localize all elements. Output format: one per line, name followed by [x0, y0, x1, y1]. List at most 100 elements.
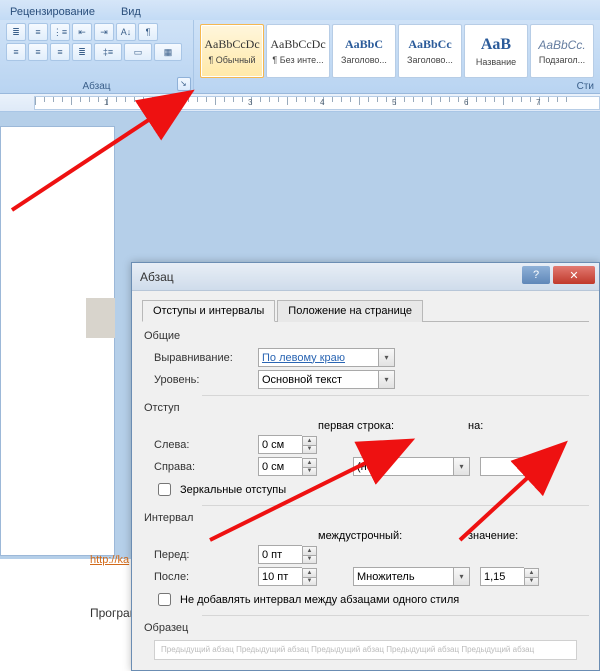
tab-indents[interactable]: Отступы и интервалы: [142, 300, 275, 322]
left-input[interactable]: [258, 435, 302, 454]
borders-icon[interactable]: ▦: [154, 43, 182, 61]
noadd-checkbox[interactable]: [158, 593, 171, 606]
tab-view[interactable]: Вид: [115, 4, 147, 20]
spin-up-icon[interactable]: ▲: [524, 568, 539, 577]
close-button[interactable]: ✕: [553, 266, 595, 284]
multilevel-icon[interactable]: ⋮≡: [50, 23, 70, 41]
style-preview: AaBbCc.: [538, 38, 585, 52]
document-area: http://ka Програм Абзац ? ✕ Отступы и ин…: [0, 112, 600, 559]
linespacing-label: междустрочный:: [318, 530, 468, 542]
spin-down-icon[interactable]: ▼: [302, 577, 317, 586]
spin-up-icon[interactable]: ▲: [302, 546, 317, 555]
linespacing-combo[interactable]: [353, 567, 470, 586]
spin-up-icon[interactable]: ▲: [302, 458, 317, 467]
shading-icon[interactable]: ▭: [124, 43, 152, 61]
chevron-down-icon[interactable]: [453, 457, 470, 476]
on-input[interactable]: [480, 457, 524, 476]
alignment-combo[interactable]: [258, 348, 395, 367]
firstline-combo[interactable]: [353, 457, 470, 476]
on-spinner[interactable]: ▲▼: [480, 457, 539, 476]
style-preview: AaB: [481, 36, 511, 54]
after-spinner[interactable]: ▲▼: [258, 567, 317, 586]
level-input[interactable]: [258, 370, 378, 389]
value-spinner[interactable]: ▲▼: [480, 567, 539, 586]
firstline-input[interactable]: [353, 457, 453, 476]
chevron-down-icon[interactable]: [378, 370, 395, 389]
right-spinner[interactable]: ▲▼: [258, 457, 317, 476]
align-right-icon[interactable]: ≡: [50, 43, 70, 61]
styles-group: AaBbCcDc ¶ Обычный AaBbCcDc ¶ Без инте..…: [194, 20, 600, 93]
style-preview: AaBbCcDc: [270, 37, 325, 52]
spin-down-icon[interactable]: ▼: [524, 467, 539, 476]
preview-section-label: Образец: [144, 622, 589, 634]
spin-down-icon[interactable]: ▼: [302, 467, 317, 476]
on-label: на:: [468, 420, 483, 432]
indent-icon[interactable]: ⇥: [94, 23, 114, 41]
preview-box: Предыдущий абзац Предыдущий абзац Предыд…: [154, 640, 577, 660]
showmarks-icon[interactable]: ¶: [138, 23, 158, 41]
right-input[interactable]: [258, 457, 302, 476]
left-label: Слева:: [154, 439, 258, 451]
chevron-down-icon[interactable]: [378, 348, 395, 367]
alignment-label: Выравнивание:: [154, 352, 258, 364]
style-preview: AaBbC: [345, 37, 383, 52]
linespacing-input[interactable]: [353, 567, 453, 586]
mirror-checkbox[interactable]: [158, 483, 171, 496]
style-name: Заголово...: [407, 55, 453, 65]
style-preview: AaBbCcDc: [204, 37, 259, 52]
tab-review[interactable]: Рецензирование: [4, 4, 101, 20]
indent-section-label: Отступ: [144, 402, 589, 414]
level-label: Уровень:: [154, 374, 258, 386]
spin-up-icon[interactable]: ▲: [302, 436, 317, 445]
align-center-icon[interactable]: ≡: [28, 43, 48, 61]
style-title[interactable]: AaB Название: [464, 24, 528, 78]
level-combo[interactable]: [258, 370, 395, 389]
spin-down-icon[interactable]: ▼: [524, 577, 539, 586]
paragraph-dialog-launcher[interactable]: [177, 77, 191, 91]
style-name: ¶ Без инте...: [272, 55, 323, 65]
firstline-label: первая строка:: [318, 420, 468, 432]
spin-up-icon[interactable]: ▲: [524, 458, 539, 467]
general-section-label: Общие: [144, 330, 589, 342]
spacing-section-label: Интервал: [144, 512, 589, 524]
style-subtitle[interactable]: AaBbCc. Подзагол...: [530, 24, 594, 78]
style-name: ¶ Обычный: [208, 55, 255, 65]
style-nospacing[interactable]: AaBbCcDc ¶ Без инте...: [266, 24, 330, 78]
align-left-icon[interactable]: ≡: [6, 43, 26, 61]
left-spinner[interactable]: ▲▼: [258, 435, 317, 454]
chevron-down-icon[interactable]: [453, 567, 470, 586]
ruler[interactable]: 1234567: [0, 94, 600, 112]
paragraph-group: ≣ ≡ ⋮≡ ⇤ ⇥ A↓ ¶ ≡ ≡ ≡ ≣ ‡≡ ▭ ▦ Абзац: [0, 20, 194, 93]
before-spinner[interactable]: ▲▼: [258, 545, 317, 564]
spin-down-icon[interactable]: ▼: [302, 445, 317, 454]
bullets-icon[interactable]: ≣: [6, 23, 26, 41]
hyperlink-text: http://ka: [90, 554, 129, 566]
sort-icon[interactable]: A↓: [116, 23, 136, 41]
help-button[interactable]: ?: [522, 266, 550, 284]
spin-down-icon[interactable]: ▼: [302, 555, 317, 564]
outdent-icon[interactable]: ⇤: [72, 23, 92, 41]
dialog-titlebar[interactable]: Абзац ? ✕: [132, 263, 599, 291]
after-input[interactable]: [258, 567, 302, 586]
spin-up-icon[interactable]: ▲: [302, 568, 317, 577]
linespacing-icon[interactable]: ‡≡: [94, 43, 122, 61]
style-heading1[interactable]: AaBbC Заголово...: [332, 24, 396, 78]
value-input[interactable]: [480, 567, 524, 586]
after-label: После:: [154, 571, 258, 583]
style-heading2[interactable]: AaBbCc Заголово...: [398, 24, 462, 78]
style-name: Заголово...: [341, 55, 387, 65]
paragraph-dialog: Абзац ? ✕ Отступы и интервалы Положение …: [131, 262, 600, 671]
paragraph-group-label: Абзац: [0, 81, 193, 92]
style-preview: AaBbCc: [408, 37, 451, 52]
styles-group-label: Сти: [577, 81, 594, 92]
tab-position[interactable]: Положение на странице: [277, 300, 423, 322]
numbering-icon[interactable]: ≡: [28, 23, 48, 41]
before-input[interactable]: [258, 545, 302, 564]
page: [0, 126, 115, 556]
style-normal[interactable]: AaBbCcDc ¶ Обычный: [200, 24, 264, 78]
justify-icon[interactable]: ≣: [72, 43, 92, 61]
alignment-input[interactable]: [258, 348, 378, 367]
noadd-label: Не добавлять интервал между абзацами одн…: [180, 594, 459, 606]
style-name: Подзагол...: [539, 55, 585, 65]
right-label: Справа:: [154, 461, 258, 473]
